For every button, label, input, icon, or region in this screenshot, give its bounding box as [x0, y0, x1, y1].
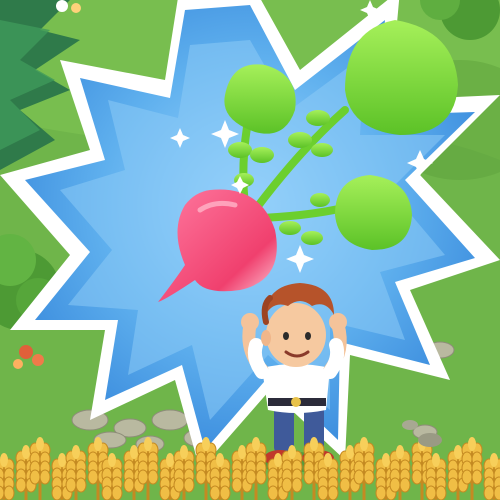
wheat-grain	[399, 477, 411, 493]
wheat-tip	[310, 437, 318, 451]
wheat-grain	[339, 477, 351, 493]
wheat-grain	[435, 485, 447, 500]
wheat-tip	[144, 437, 152, 451]
wheat-grain	[65, 477, 77, 493]
wheat-grain	[375, 485, 387, 500]
wheat-tip	[396, 445, 404, 459]
wheat-tip	[130, 445, 138, 459]
wheat-tip	[252, 437, 260, 451]
wheat-grain	[363, 469, 375, 485]
wheat-tip	[202, 437, 210, 451]
wheat-grain	[15, 477, 27, 493]
wheat-grain	[461, 469, 473, 485]
wheat-tip	[454, 445, 462, 459]
wheat-grain	[291, 477, 303, 493]
game-scene	[0, 0, 500, 500]
wheat-tip	[360, 437, 368, 451]
wheat-grain	[245, 469, 257, 485]
wheat-grain	[353, 469, 365, 485]
wheat-tip	[468, 437, 476, 451]
wheat-tip	[274, 453, 282, 467]
wheat-tip	[0, 453, 8, 467]
wheat-tip	[180, 445, 188, 459]
wheat-grain	[147, 469, 159, 485]
wheat-grain	[39, 469, 51, 485]
wheat-grain	[231, 477, 243, 493]
wheat-grain	[411, 469, 423, 485]
wheat-tip	[216, 453, 224, 467]
wheat-grain	[209, 485, 221, 500]
wheat-grain	[267, 485, 279, 500]
wheat-grain	[389, 477, 401, 493]
wheat-grain	[183, 477, 195, 493]
wheat-grain	[447, 477, 459, 493]
wheat-grain	[29, 469, 41, 485]
wheat-grain	[471, 469, 483, 485]
wheat-tip	[238, 445, 246, 459]
wheat-grain	[87, 469, 99, 485]
wheat-grain	[75, 477, 87, 493]
wheat-tip	[36, 437, 44, 451]
wheat-grain	[195, 469, 207, 485]
wheat-grain	[111, 485, 123, 500]
wheat-grain	[173, 477, 185, 493]
wheat-grain	[123, 477, 135, 493]
wheat-grain	[425, 485, 437, 500]
wheat-grain	[137, 469, 149, 485]
wheat-grain	[281, 477, 293, 493]
wheat-tip	[324, 453, 332, 467]
wheat-grain	[317, 485, 329, 500]
wheat-grain	[159, 485, 171, 500]
wheat-tip	[288, 445, 296, 459]
wheat-tip	[108, 453, 116, 467]
wheat-tip	[58, 453, 66, 467]
scene-canvas	[0, 0, 500, 500]
wheat-grain	[101, 485, 113, 500]
wheat-tip	[72, 445, 80, 459]
wheat-grain	[51, 485, 63, 500]
wheat-grain	[327, 485, 339, 500]
wheat-grain	[255, 469, 267, 485]
wheat-tip	[490, 453, 498, 467]
wheat-tip	[166, 453, 174, 467]
wheat-tip	[346, 445, 354, 459]
wheat-grain	[303, 469, 315, 485]
wheat-tip	[22, 445, 30, 459]
wheat-grain	[219, 485, 231, 500]
wheat-grain	[493, 485, 500, 500]
wheat-grain	[483, 485, 495, 500]
wheat-tip	[382, 453, 390, 467]
wheat-tip	[432, 453, 440, 467]
wheat-tip	[94, 437, 102, 451]
wheat-grain	[3, 485, 15, 500]
